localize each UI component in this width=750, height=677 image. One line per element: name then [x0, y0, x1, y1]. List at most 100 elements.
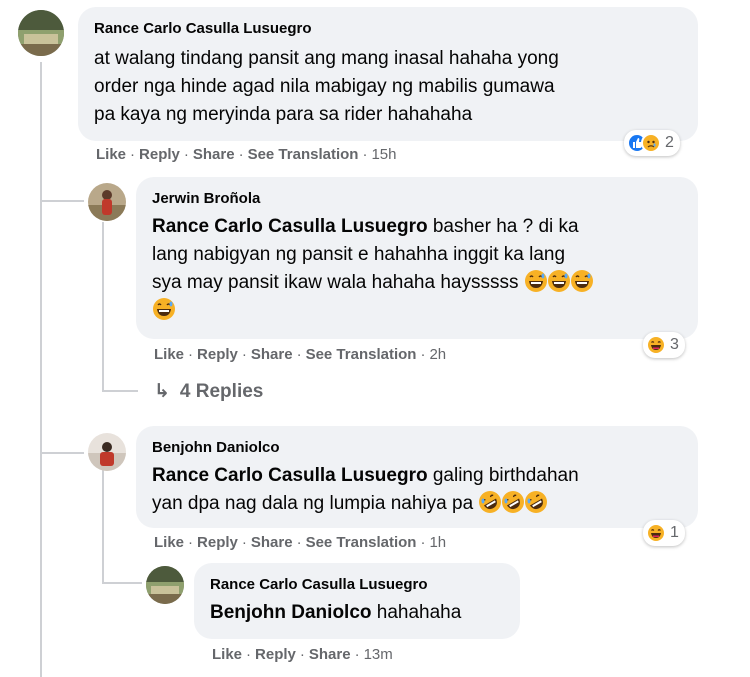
comment-bubble: Rance Carlo Casulla Lusuegro at walang t… — [78, 7, 698, 141]
rofl-emoji — [479, 491, 502, 513]
reply-text: Rance Carlo Casulla Lusuegro basher ha ?… — [152, 213, 692, 325]
see-translation-button[interactable]: See Translation — [248, 146, 359, 163]
timestamp[interactable]: 2h — [429, 346, 446, 363]
reply-text-segment: galing birthdahan — [427, 465, 579, 486]
avatar-photo — [88, 433, 126, 471]
avatar-photo — [88, 183, 126, 221]
reaction-count: 1 — [670, 524, 679, 541]
reply-author[interactable]: Rance Carlo Casulla Lusuegro — [210, 576, 428, 593]
thread-line-main — [40, 62, 42, 677]
separator: · — [130, 146, 136, 163]
avatar[interactable] — [146, 566, 184, 604]
timestamp[interactable]: 13m — [364, 646, 393, 663]
replies-count-label: 4 Replies — [179, 381, 264, 402]
like-button[interactable]: Like — [212, 646, 242, 663]
mention-link[interactable]: Rance Carlo Casulla Lusuegro — [152, 465, 428, 486]
separator: · — [354, 646, 360, 663]
rofl-emoji — [525, 491, 548, 513]
reply-actions: Like · Reply · Share · 13m — [212, 646, 393, 663]
separator: · — [299, 646, 305, 663]
separator: · — [296, 346, 302, 363]
like-button[interactable]: Like — [154, 346, 184, 363]
mention-link[interactable]: Benjohn Daniolco — [210, 602, 372, 623]
see-translation-button[interactable]: See Translation — [306, 534, 417, 551]
avatar-photo — [18, 10, 64, 56]
reply-button[interactable]: Reply — [197, 346, 238, 363]
separator: · — [246, 646, 252, 663]
reply-button[interactable]: Reply — [255, 646, 296, 663]
share-button[interactable]: Share — [309, 646, 351, 663]
avatar[interactable] — [88, 433, 126, 471]
separator: · — [420, 534, 426, 551]
reply-bubble: Rance Carlo Casulla Lusuegro Benjohn Dan… — [194, 563, 520, 639]
share-button[interactable]: Share — [251, 534, 293, 551]
sad-icon — [641, 133, 661, 153]
timestamp[interactable]: 1h — [429, 534, 446, 551]
share-button[interactable]: Share — [193, 146, 235, 163]
reply-text-segment: basher ha ? di ka — [427, 216, 579, 237]
comment-text: at walang tindang pansit ang mang inasal… — [94, 45, 559, 129]
reply-bubble: Jerwin Broñola Rance Carlo Casulla Lusue… — [136, 177, 698, 339]
timestamp[interactable]: 15h — [371, 146, 396, 163]
reaction-summary[interactable]: 3 — [643, 332, 685, 358]
reaction-count: 3 — [670, 336, 679, 353]
reaction-summary[interactable]: 2 — [624, 130, 680, 156]
separator: · — [420, 346, 426, 363]
like-button[interactable]: Like — [154, 534, 184, 551]
grinning-sweat-emoji — [547, 270, 570, 292]
separator: · — [183, 146, 189, 163]
avatar[interactable] — [88, 183, 126, 221]
haha-icon — [646, 335, 666, 355]
separator: · — [188, 346, 194, 363]
haha-icon — [646, 523, 666, 543]
separator: · — [238, 146, 244, 163]
reaction-count: 2 — [665, 134, 674, 151]
avatar-photo — [146, 566, 184, 604]
comment-line: pa kaya ng meryinda para sa rider hahaha… — [94, 104, 473, 125]
like-button[interactable]: Like — [96, 146, 126, 163]
view-more-replies-button[interactable]: ↳ 4 Replies — [154, 380, 263, 403]
share-button[interactable]: Share — [251, 346, 293, 363]
reply-author[interactable]: Benjohn Daniolco — [152, 439, 280, 456]
reply-text: Rance Carlo Casulla Lusuegro galing birt… — [152, 462, 692, 518]
reply-line — [152, 297, 692, 325]
reply-text-segment: yan dpa nag dala ng lumpia nahiya pa — [152, 493, 474, 514]
reply-text-segment: hahahaha — [371, 602, 462, 623]
grinning-sweat-emoji — [570, 270, 593, 292]
grinning-sweat-emoji — [524, 270, 547, 292]
separator: · — [296, 534, 302, 551]
reply-button[interactable]: Reply — [139, 146, 180, 163]
separator: · — [241, 346, 247, 363]
thread-line-branch-1 — [40, 200, 84, 202]
reply-text: Benjohn Daniolco hahahaha — [210, 599, 461, 627]
reply-line: yan dpa nag dala ng lumpia nahiya pa — [152, 490, 692, 518]
thread-line-branch-2 — [40, 452, 84, 454]
reply-author[interactable]: Jerwin Broñola — [152, 190, 260, 207]
grinning-sweat-emoji — [153, 298, 175, 320]
reply-line: Rance Carlo Casulla Lusuegro galing birt… — [152, 462, 692, 490]
avatar[interactable] — [18, 10, 64, 56]
reply-actions: Like · Reply · Share · See Translation · 1h — [154, 534, 446, 551]
thread-line-sub-1 — [102, 222, 104, 392]
reply-button[interactable]: Reply — [197, 534, 238, 551]
comment-author[interactable]: Rance Carlo Casulla Lusuegro — [94, 20, 312, 37]
comment-line: at walang tindang pansit ang mang inasal… — [94, 48, 559, 69]
reply-line: Rance Carlo Casulla Lusuegro basher ha ?… — [152, 213, 692, 241]
comment-line: order nga hinde agad nila mabigay ng mab… — [94, 76, 555, 97]
reply-actions: Like · Reply · Share · See Translation · 2h — [154, 346, 446, 363]
reply-arrow-icon: ↳ — [154, 381, 170, 402]
reply-text-segment: sya may pansit ikaw wala hahaha haysssss — [152, 272, 519, 293]
reply-line: lang nabigyan ng pansit e hahahha inggit… — [152, 244, 566, 265]
reply-bubble: Benjohn Daniolco Rance Carlo Casulla Lus… — [136, 426, 698, 528]
reaction-summary[interactable]: 1 — [643, 520, 685, 546]
reply-line: sya may pansit ikaw wala hahaha haysssss — [152, 269, 692, 297]
thread-line-sub-2-end — [102, 582, 142, 584]
separator: · — [362, 146, 368, 163]
separator: · — [241, 534, 247, 551]
see-translation-button[interactable]: See Translation — [306, 346, 417, 363]
mention-link[interactable]: Rance Carlo Casulla Lusuegro — [152, 216, 428, 237]
separator: · — [188, 534, 194, 551]
thread-line-sub-1-end — [102, 390, 138, 392]
comment-actions: Like · Reply · Share · See Translation · 15h — [96, 146, 396, 163]
rofl-emoji — [502, 491, 525, 513]
